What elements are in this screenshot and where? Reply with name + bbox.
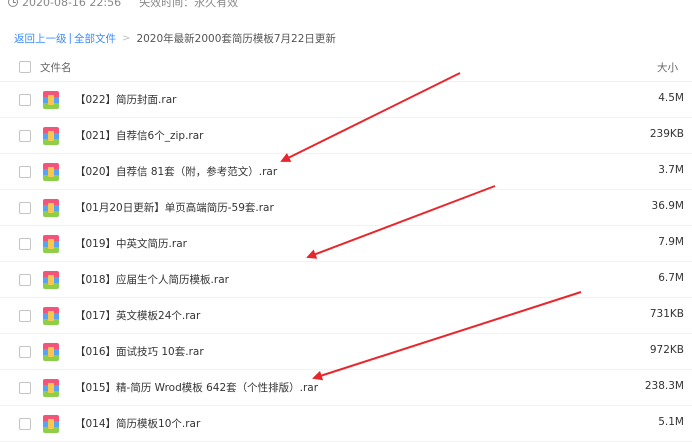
rar-file-icon	[43, 91, 59, 109]
select-all-checkbox[interactable]	[19, 61, 31, 73]
file-row[interactable]: 【019】中英文简历.rar 7.9M	[0, 226, 692, 262]
row-checkbox[interactable]	[19, 238, 31, 250]
row-checkbox[interactable]	[19, 310, 31, 322]
rar-file-icon	[43, 307, 59, 325]
file-size: 239KB	[649, 128, 684, 140]
file-size: 731KB	[649, 308, 684, 320]
rar-file-icon	[43, 235, 59, 253]
file-size: 4.5M	[658, 92, 684, 104]
file-row[interactable]: 【014】简历模板10个.rar 5.1M	[0, 406, 692, 442]
file-name[interactable]: 【018】应届生个人简历模板.rar	[75, 272, 229, 287]
rar-file-icon	[43, 343, 59, 361]
file-name[interactable]: 【021】自荐信6个_zip.rar	[75, 128, 203, 143]
file-name[interactable]: 【015】精-简历 Wrod模板 642套（个性排版）.rar	[75, 380, 318, 395]
share-meta: 2020-08-16 22:56 失效时间：永久有效	[8, 0, 238, 10]
file-size: 238.3M	[644, 380, 684, 392]
file-row[interactable]: 【018】应届生个人简历模板.rar 6.7M	[0, 262, 692, 298]
file-list-header: 文件名 大小	[0, 52, 692, 82]
row-checkbox[interactable]	[19, 94, 31, 106]
file-row[interactable]: 【022】简历封面.rar 4.5M	[0, 82, 692, 118]
rar-file-icon	[43, 163, 59, 181]
file-row[interactable]: 【021】自荐信6个_zip.rar 239KB	[0, 118, 692, 154]
file-size: 972KB	[649, 344, 684, 356]
file-row[interactable]: 【015】精-简历 Wrod模板 642套（个性排版）.rar 238.3M	[0, 370, 692, 406]
file-name[interactable]: 【014】简历模板10个.rar	[75, 416, 200, 431]
current-folder: 2020年最新2000套简历模板7月22日更新	[136, 32, 336, 45]
column-header-size[interactable]: 大小	[657, 60, 678, 75]
file-name[interactable]: 【017】英文模板24个.rar	[75, 308, 200, 323]
row-checkbox[interactable]	[19, 382, 31, 394]
rar-file-icon	[43, 127, 59, 145]
file-name[interactable]: 【022】简历封面.rar	[75, 92, 176, 107]
rar-file-icon	[43, 199, 59, 217]
file-name[interactable]: 【019】中英文简历.rar	[75, 236, 187, 251]
chevron-right-icon: >	[122, 32, 131, 44]
file-size: 3.7M	[658, 164, 684, 176]
file-size: 5.1M	[658, 416, 684, 428]
file-size: 36.9M	[651, 200, 684, 212]
file-row[interactable]: 【017】英文模板24个.rar 731KB	[0, 298, 692, 334]
rar-file-icon	[43, 271, 59, 289]
row-checkbox[interactable]	[19, 274, 31, 286]
clock-icon	[8, 0, 18, 7]
row-checkbox[interactable]	[19, 130, 31, 142]
row-checkbox[interactable]	[19, 202, 31, 214]
row-checkbox[interactable]	[19, 418, 31, 430]
back-link[interactable]: 返回上一级	[14, 31, 67, 46]
all-files-link[interactable]: 全部文件	[74, 31, 116, 46]
column-header-name[interactable]: 文件名	[40, 60, 72, 75]
row-checkbox[interactable]	[19, 166, 31, 178]
rar-file-icon	[43, 379, 59, 397]
row-checkbox[interactable]	[19, 346, 31, 358]
file-name[interactable]: 【01月20日更新】单页高端简历-59套.rar	[75, 200, 274, 215]
file-size: 7.9M	[658, 236, 684, 248]
breadcrumb-separator: |	[68, 32, 73, 44]
file-name[interactable]: 【020】自荐信 81套（附，参考范文）.rar	[75, 164, 277, 179]
file-row[interactable]: 【016】面试技巧 10套.rar 972KB	[0, 334, 692, 370]
file-row[interactable]: 【020】自荐信 81套（附，参考范文）.rar 3.7M	[0, 154, 692, 190]
file-size: 6.7M	[658, 272, 684, 284]
expire-text: 失效时间：永久有效	[139, 0, 239, 9]
rar-file-icon	[43, 415, 59, 433]
breadcrumb: 返回上一级 | 全部文件 > 2020年最新2000套简历模板7月22日更新	[14, 31, 336, 45]
file-row[interactable]: 【01月20日更新】单页高端简历-59套.rar 36.9M	[0, 190, 692, 226]
file-name[interactable]: 【016】面试技巧 10套.rar	[75, 344, 204, 359]
share-date: 2020-08-16 22:56	[22, 0, 122, 9]
